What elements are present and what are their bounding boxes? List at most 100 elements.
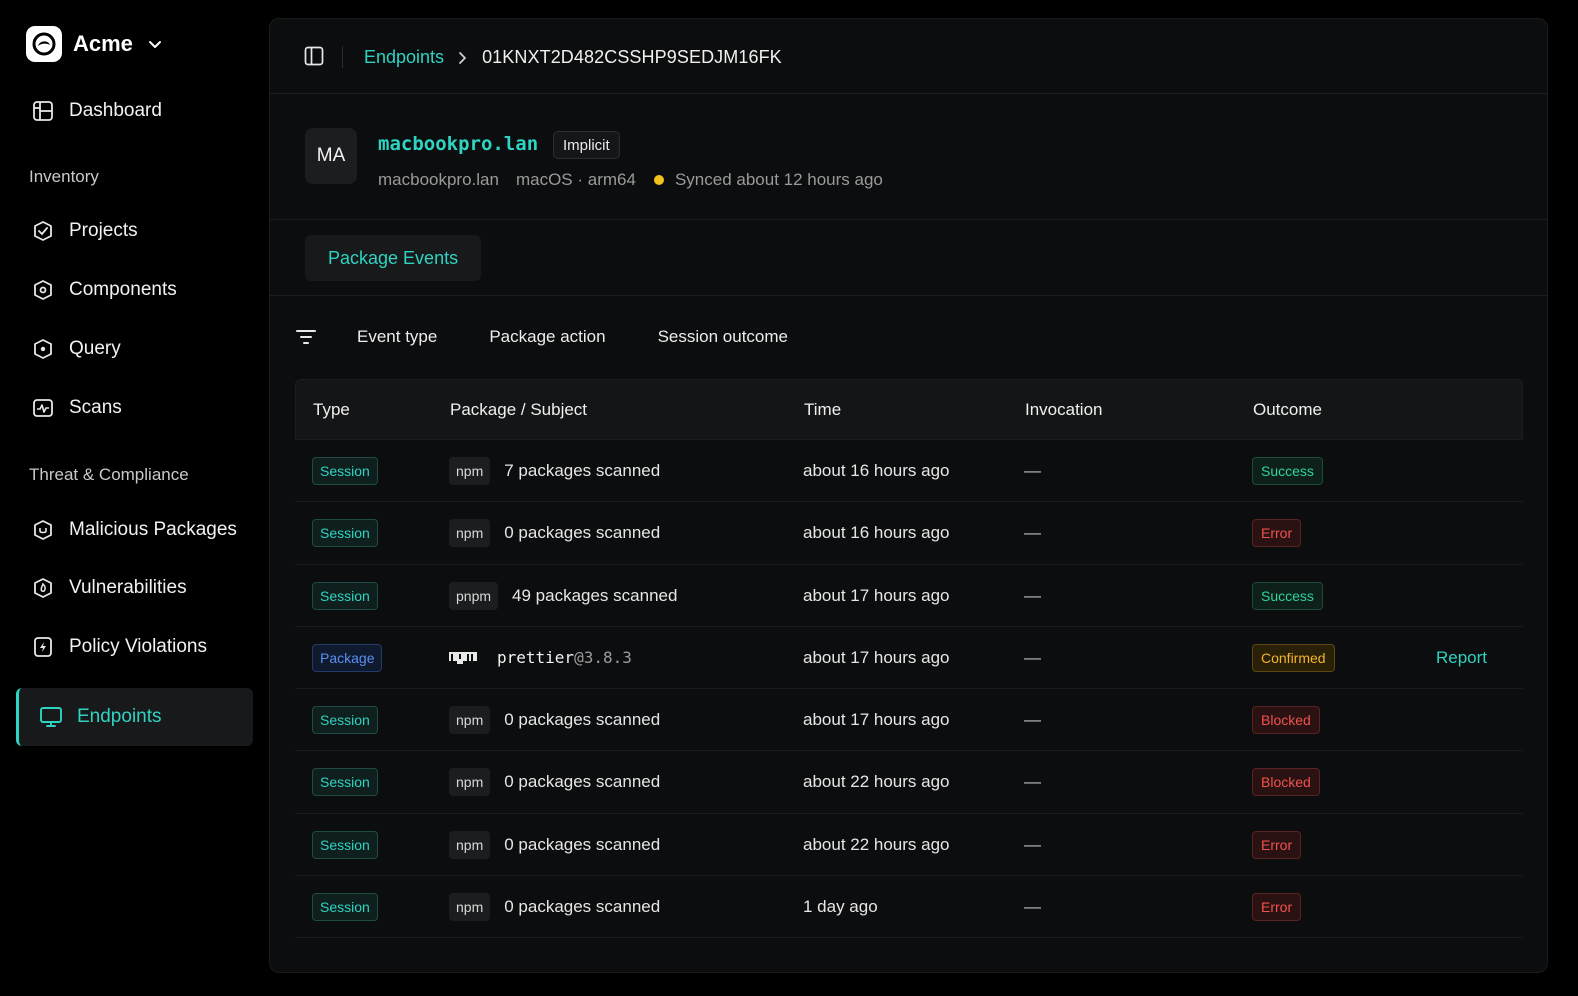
- ecosystem-badge: npm: [449, 893, 491, 922]
- invocation: —: [1024, 772, 1041, 792]
- endpoint-header: MA macbookpro.lan Implicit macbookpro.la…: [270, 95, 1547, 220]
- invocation: —: [1024, 834, 1041, 854]
- sidebar-item-label: Endpoints: [77, 706, 162, 727]
- sidebar-item-label: Malicious Packages: [69, 519, 237, 540]
- sidebar-item-scans[interactable]: Scans: [16, 382, 253, 434]
- table-row[interactable]: Session npm 0 packages scanned about 17 h…: [295, 689, 1523, 752]
- sidebar-item-label: Policy Violations: [69, 636, 208, 657]
- org-switcher[interactable]: Acme: [26, 26, 162, 62]
- invocation: —: [1024, 647, 1041, 667]
- package-version: @3.8.3: [574, 648, 632, 668]
- type-badge: Package: [312, 643, 383, 672]
- ecosystem-badge: npm: [449, 706, 491, 735]
- endpoint-meta: macbookpro.lan macOS · arm64 Synced abou…: [378, 170, 883, 190]
- type-badge: Session: [312, 706, 378, 735]
- sidebar-item-malicious-packages[interactable]: Malicious Packages: [16, 504, 253, 556]
- hostname: macbookpro.lan: [378, 170, 499, 189]
- col-package: Package / Subject: [450, 400, 588, 419]
- nav-section-threat-compliance: Threat & Compliance: [29, 465, 189, 484]
- type-badge: Session: [312, 893, 378, 922]
- breadcrumb: Endpoints 01KNXT2D482CSSHP9SEDJM16FK: [364, 47, 782, 68]
- filter-icon[interactable]: [295, 328, 317, 346]
- tabs-row: Package Events: [270, 221, 1547, 296]
- table-row[interactable]: Package prettier @3.8.3 about 17 hours ag…: [295, 627, 1523, 690]
- sidebar-item-projects[interactable]: Projects: [16, 205, 253, 257]
- sidebar-item-dashboard[interactable]: Dashboard: [16, 85, 253, 137]
- ecosystem-badge: npm: [449, 830, 491, 859]
- sidebar-toggle-icon[interactable]: [304, 46, 324, 66]
- invocation: —: [1024, 897, 1041, 917]
- topbar-divider: [342, 46, 343, 68]
- outcome-badge: Error: [1252, 519, 1302, 548]
- org-name: Acme: [73, 31, 133, 56]
- filter-package-action[interactable]: Package action: [489, 327, 605, 347]
- outcome-badge: Error: [1252, 830, 1302, 859]
- tab-package-events[interactable]: Package Events: [305, 235, 482, 281]
- sidebar-item-query[interactable]: Query: [16, 323, 253, 375]
- table-row[interactable]: Session npm 0 packages scanned about 22 h…: [295, 814, 1523, 877]
- projects-icon: [31, 219, 55, 243]
- time: about 17 hours ago: [803, 710, 950, 730]
- components-icon: [31, 278, 55, 302]
- sidebar-item-endpoints[interactable]: Endpoints: [16, 688, 253, 746]
- topbar: Endpoints 01KNXT2D482CSSHP9SEDJM16FK: [270, 19, 1547, 94]
- sidebar-item-label: Query: [69, 338, 121, 359]
- type-badge: Session: [312, 768, 378, 797]
- outcome-badge: Blocked: [1252, 706, 1320, 735]
- time: about 17 hours ago: [803, 585, 950, 605]
- time: about 16 hours ago: [803, 461, 950, 480]
- sidebar-item-label: Projects: [69, 220, 138, 241]
- filter-event-type[interactable]: Event type: [357, 327, 437, 347]
- subject: 0 packages scanned: [504, 897, 661, 917]
- platform: macOS · arm64: [515, 170, 636, 189]
- ecosystem-badge: npm: [449, 457, 491, 485]
- dashboard-grid-icon: [31, 99, 55, 123]
- package-name[interactable]: prettier: [497, 648, 574, 667]
- time: about 16 hours ago: [803, 523, 950, 543]
- query-icon: [31, 337, 55, 361]
- page-title: macbookpro.lan: [378, 133, 539, 155]
- chevron-right-icon: [458, 51, 468, 65]
- table-row[interactable]: Session npm 0 packages scanned about 16 h…: [295, 502, 1523, 565]
- time: about 17 hours ago: [803, 647, 950, 667]
- subject: 0 packages scanned: [504, 772, 661, 792]
- table-row[interactable]: Session npm 7 packages scanned about 16 h…: [295, 440, 1523, 503]
- outcome-badge: Confirmed: [1252, 643, 1335, 672]
- monitor-icon: [39, 705, 63, 729]
- table-row[interactable]: Session pnpm 49 packages scanned about 17…: [295, 565, 1523, 627]
- implicit-badge: Implicit: [553, 131, 620, 159]
- acme-logo-icon: [26, 26, 62, 62]
- events-table: Type Package / Subject Time Invocation O…: [295, 379, 1523, 939]
- sidebar-item-label: Vulnerabilities: [69, 577, 187, 598]
- col-outcome: Outcome: [1253, 400, 1322, 419]
- outcome-badge: Success: [1252, 581, 1323, 610]
- ecosystem-badge: pnpm: [449, 581, 499, 610]
- table-row[interactable]: Session npm 0 packages scanned 1 day ago …: [295, 876, 1523, 939]
- type-badge: Session: [312, 457, 378, 485]
- outcome-badge: Blocked: [1252, 768, 1320, 797]
- sidebar-item-policy-violations[interactable]: Policy Violations: [16, 621, 253, 673]
- report-link[interactable]: Report: [1436, 627, 1487, 689]
- invocation: —: [1024, 523, 1041, 543]
- sidebar-item-vulnerabilities[interactable]: Vulnerabilities: [16, 562, 253, 614]
- npm-logo-icon: [449, 651, 477, 664]
- type-badge: Session: [312, 519, 378, 548]
- sidebar-item-label: Dashboard: [69, 100, 162, 121]
- type-badge: Session: [312, 830, 378, 859]
- sidebar: Acme Dashboard Inventory Projects Compon…: [0, 0, 268, 996]
- main-panel: Endpoints 01KNXT2D482CSSHP9SEDJM16FK MA …: [269, 18, 1548, 973]
- filter-session-outcome[interactable]: Session outcome: [658, 327, 788, 347]
- time: about 22 hours ago: [803, 834, 950, 854]
- col-invocation: Invocation: [1025, 400, 1103, 419]
- breadcrumb-link-endpoints[interactable]: Endpoints: [364, 47, 444, 68]
- col-type: Type: [313, 400, 350, 419]
- subject: 49 packages scanned: [512, 585, 678, 605]
- sidebar-item-components[interactable]: Components: [16, 264, 253, 316]
- avatar: MA: [305, 128, 357, 184]
- time: about 22 hours ago: [803, 772, 950, 792]
- invocation: —: [1024, 461, 1041, 480]
- col-time: Time: [804, 400, 842, 419]
- table-row[interactable]: Session npm 0 packages scanned about 22 h…: [295, 751, 1523, 814]
- table-header: Type Package / Subject Time Invocation O…: [295, 379, 1523, 440]
- breadcrumb-current: 01KNXT2D482CSSHP9SEDJM16FK: [482, 47, 782, 67]
